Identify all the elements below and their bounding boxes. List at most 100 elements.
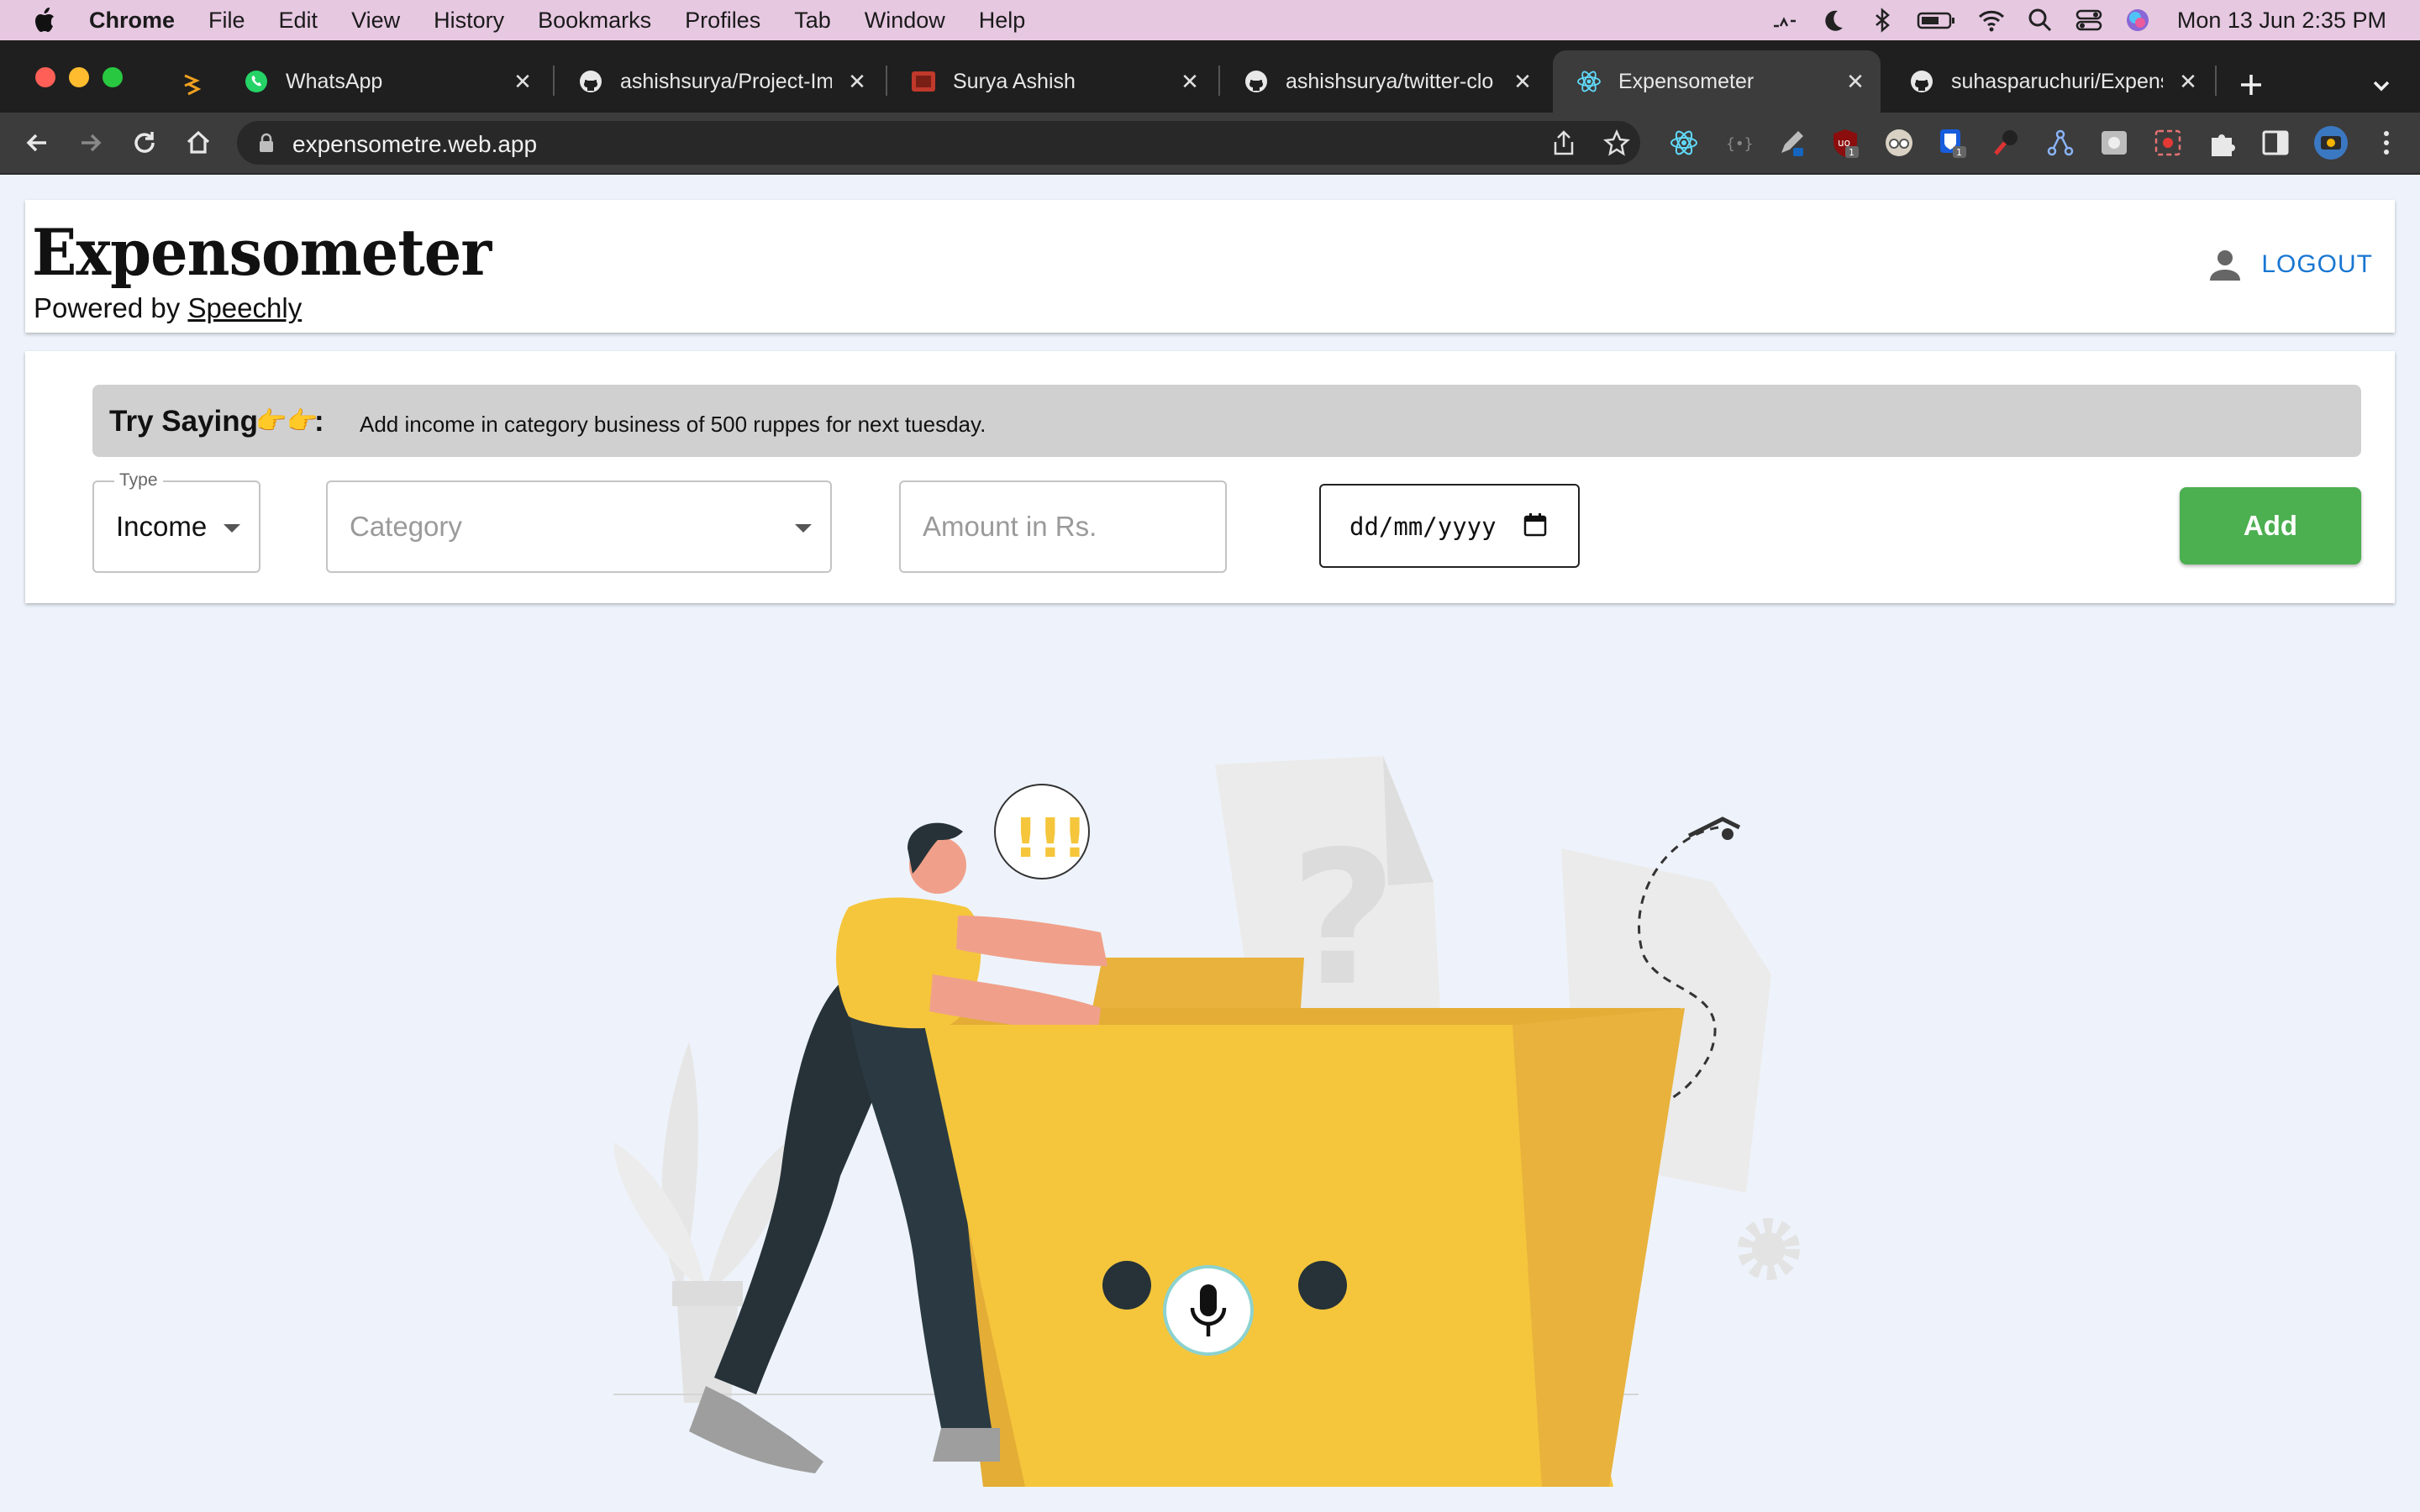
reload-icon bbox=[134, 132, 155, 153]
add-button[interactable]: Add bbox=[2180, 487, 2361, 564]
date-input[interactable]: dd/mm/yyyy bbox=[1319, 484, 1580, 568]
forward-button[interactable] bbox=[74, 126, 108, 160]
tab-github-twitter[interactable]: ashishsurya/twitter-clo ✕ bbox=[1220, 50, 1548, 113]
tab-close-icon[interactable]: ✕ bbox=[2176, 69, 2200, 94]
screenshot-extension-icon[interactable] bbox=[2099, 128, 2129, 158]
profile-avatar-icon[interactable] bbox=[2312, 124, 2349, 161]
dropdown-caret-icon bbox=[795, 524, 812, 533]
menu-view[interactable]: View bbox=[351, 8, 400, 34]
hint-example-text: Add income in category business of 500 r… bbox=[360, 412, 986, 437]
menu-history[interactable]: History bbox=[434, 8, 504, 34]
menu-edit[interactable]: Edit bbox=[279, 8, 318, 34]
menu-window[interactable]: Window bbox=[865, 8, 945, 34]
reload-button[interactable] bbox=[128, 126, 161, 160]
spotlight-search-icon[interactable] bbox=[2026, 6, 2054, 34]
json-viewer-icon[interactable]: {•} bbox=[1723, 128, 1753, 158]
ublock-icon[interactable]: uo1 bbox=[1830, 128, 1860, 158]
tab-surya-ashish[interactable]: Surya Ashish ✕ bbox=[887, 50, 1215, 113]
date-placeholder: dd/mm/yyyy bbox=[1349, 512, 1497, 541]
menu-help[interactable]: Help bbox=[979, 8, 1026, 34]
tab-close-icon[interactable]: ✕ bbox=[1178, 69, 1202, 94]
pinned-tab-icon[interactable] bbox=[180, 71, 205, 96]
calendar-icon[interactable] bbox=[1523, 512, 1548, 538]
tab-title: WhatsApp bbox=[286, 69, 383, 93]
bluetooth-icon[interactable] bbox=[1868, 6, 1897, 34]
site-favicon bbox=[912, 71, 935, 92]
react-devtools-icon[interactable] bbox=[1669, 128, 1699, 158]
menu-app-name[interactable]: Chrome bbox=[89, 8, 175, 34]
logout-button[interactable]: LOGOUT bbox=[2261, 250, 2373, 279]
url-text[interactable]: expensometre.web.app bbox=[292, 131, 537, 158]
menu-profiles[interactable]: Profiles bbox=[685, 8, 760, 34]
svg-text:1: 1 bbox=[1956, 147, 1962, 158]
window-close-button[interactable] bbox=[35, 67, 55, 87]
menu-bookmarks[interactable]: Bookmarks bbox=[538, 8, 651, 34]
tab-title: ashishsurya/twitter-clo bbox=[1286, 69, 1494, 93]
exclamation-marks: !!! bbox=[1013, 808, 1087, 870]
window-maximize-button[interactable] bbox=[103, 67, 123, 87]
network-activity-icon[interactable] bbox=[1770, 6, 1799, 34]
svg-text:{•}: {•} bbox=[1726, 135, 1753, 153]
person-shoe bbox=[689, 1386, 823, 1473]
tab-title: suhasparuchuri/Expens bbox=[1951, 69, 2163, 93]
type-select[interactable]: Type Income bbox=[92, 470, 260, 573]
folder-eye-right bbox=[1298, 1261, 1347, 1310]
dropdown-caret-icon bbox=[224, 524, 240, 533]
browser-tab-strip: WhatsApp ✕ ashishsurya/Project-Im ✕ Sury… bbox=[0, 40, 2420, 113]
menubar-clock[interactable]: Mon 13 Jun 2:35 PM bbox=[2177, 8, 2386, 34]
tab-github-expens[interactable]: suhasparuchuri/Expens ✕ bbox=[1886, 50, 2213, 113]
home-button[interactable] bbox=[182, 126, 215, 160]
wifi-icon[interactable] bbox=[1977, 6, 2006, 34]
amount-input[interactable]: Amount in Rs. bbox=[899, 480, 1227, 573]
folder-tab bbox=[1092, 958, 1304, 1008]
category-select[interactable]: Category bbox=[326, 480, 832, 573]
bitwarden-icon[interactable]: 1 bbox=[1938, 128, 1968, 158]
window-minimize-button[interactable] bbox=[69, 67, 89, 87]
side-panel-icon[interactable] bbox=[2260, 128, 2291, 158]
tab-search-chevron-icon[interactable] bbox=[2368, 72, 2395, 99]
moon-icon[interactable] bbox=[1819, 6, 1848, 34]
new-tab-icon[interactable] bbox=[2237, 71, 2265, 99]
address-bar[interactable]: expensometre.web.app bbox=[237, 121, 1640, 165]
screen-recorder-icon[interactable] bbox=[2153, 128, 2183, 158]
back-button[interactable] bbox=[20, 126, 54, 160]
control-center-icon[interactable] bbox=[2075, 6, 2103, 34]
bookmark-star-icon[interactable] bbox=[1603, 129, 1630, 156]
lock-icon[interactable] bbox=[257, 133, 276, 153]
siri-icon[interactable] bbox=[2123, 6, 2152, 34]
menu-file[interactable]: File bbox=[208, 8, 245, 34]
github-icon bbox=[1911, 71, 1933, 92]
react-icon bbox=[1577, 71, 1601, 92]
folder-side bbox=[1512, 1008, 1685, 1487]
tab-close-icon[interactable]: ✕ bbox=[1511, 69, 1534, 94]
speechly-link[interactable]: Speechly bbox=[187, 292, 302, 323]
app-logo[interactable]: Expensometer bbox=[32, 215, 492, 290]
battery-icon[interactable] bbox=[1917, 6, 1957, 34]
folder-eye-left bbox=[1102, 1261, 1151, 1310]
folder-front bbox=[924, 1025, 1613, 1487]
tab-close-icon[interactable]: ✕ bbox=[511, 69, 534, 94]
macos-menubar: Chrome File Edit View History Bookmarks … bbox=[0, 0, 2420, 40]
pen-extension-icon[interactable] bbox=[1776, 128, 1807, 158]
incognito-glasses-icon[interactable] bbox=[1884, 128, 1914, 158]
type-label: Type bbox=[114, 470, 163, 491]
extensions-puzzle-icon[interactable] bbox=[2207, 128, 2237, 158]
share-icon[interactable] bbox=[1551, 129, 1576, 156]
plant-pot-rim bbox=[672, 1281, 743, 1306]
voice-hint-banner: Try Saying 👉👉 : Add income in category b… bbox=[92, 385, 2361, 457]
chrome-menu-icon[interactable] bbox=[2371, 128, 2402, 158]
hint-colon: : bbox=[314, 405, 324, 438]
tab-whatsapp[interactable]: WhatsApp ✕ bbox=[220, 50, 548, 113]
graph-extension-icon[interactable] bbox=[2045, 128, 2075, 158]
forward-arrow-icon bbox=[82, 134, 102, 152]
menu-tab[interactable]: Tab bbox=[794, 8, 831, 34]
tab-close-icon[interactable]: ✕ bbox=[845, 69, 869, 94]
tab-expensometer[interactable]: Expensometer ✕ bbox=[1553, 50, 1881, 113]
tab-github-project[interactable]: ashishsurya/Project-Im ✕ bbox=[555, 50, 882, 113]
color-picker-icon[interactable] bbox=[1991, 128, 2022, 158]
type-value: Income bbox=[116, 511, 208, 542]
tab-close-icon[interactable]: ✕ bbox=[1844, 69, 1867, 94]
voice-mic-button[interactable] bbox=[1166, 1268, 1250, 1352]
apple-icon[interactable] bbox=[34, 8, 55, 33]
user-account-icon[interactable] bbox=[2207, 247, 2244, 284]
